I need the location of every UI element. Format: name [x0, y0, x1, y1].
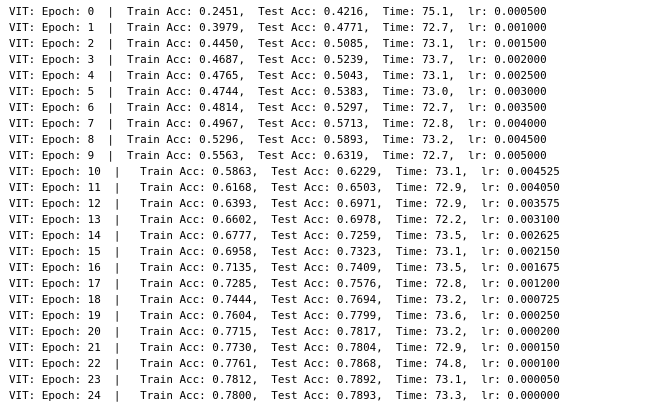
log-line-epoch-4: VIT: Epoch: 4 | Train Acc: 0.4765, Test … — [9, 69, 547, 82]
log-line-epoch-12: VIT: Epoch: 12 | Train Acc: 0.6393, Test… — [9, 197, 560, 210]
log-line-epoch-17: VIT: Epoch: 17 | Train Acc: 0.7285, Test… — [9, 277, 560, 290]
log-line-epoch-11: VIT: Epoch: 11 | Train Acc: 0.6168, Test… — [9, 181, 560, 194]
log-line-epoch-3: VIT: Epoch: 3 | Train Acc: 0.4687, Test … — [9, 53, 547, 66]
log-line-epoch-21: VIT: Epoch: 21 | Train Acc: 0.7730, Test… — [9, 341, 560, 354]
log-line-epoch-19: VIT: Epoch: 19 | Train Acc: 0.7604, Test… — [9, 309, 560, 322]
log-line-epoch-24: VIT: Epoch: 24 | Train Acc: 0.7800, Test… — [9, 389, 560, 402]
training-log-output: VIT: Epoch: 0 | Train Acc: 0.2451, Test … — [0, 0, 657, 410]
log-line-epoch-13: VIT: Epoch: 13 | Train Acc: 0.6602, Test… — [9, 213, 560, 226]
log-line-epoch-2: VIT: Epoch: 2 | Train Acc: 0.4450, Test … — [9, 37, 547, 50]
log-line-epoch-7: VIT: Epoch: 7 | Train Acc: 0.4967, Test … — [9, 117, 547, 130]
log-line-epoch-5: VIT: Epoch: 5 | Train Acc: 0.4744, Test … — [9, 85, 547, 98]
log-line-epoch-9: VIT: Epoch: 9 | Train Acc: 0.5563, Test … — [9, 149, 547, 162]
log-line-epoch-1: VIT: Epoch: 1 | Train Acc: 0.3979, Test … — [9, 21, 547, 34]
log-line-epoch-23: VIT: Epoch: 23 | Train Acc: 0.7812, Test… — [9, 373, 560, 386]
log-line-epoch-8: VIT: Epoch: 8 | Train Acc: 0.5296, Test … — [9, 133, 547, 146]
log-line-epoch-6: VIT: Epoch: 6 | Train Acc: 0.4814, Test … — [9, 101, 547, 114]
log-line-epoch-0: VIT: Epoch: 0 | Train Acc: 0.2451, Test … — [9, 5, 547, 18]
log-line-epoch-20: VIT: Epoch: 20 | Train Acc: 0.7715, Test… — [9, 325, 560, 338]
log-line-epoch-16: VIT: Epoch: 16 | Train Acc: 0.7135, Test… — [9, 261, 560, 274]
log-line-epoch-18: VIT: Epoch: 18 | Train Acc: 0.7444, Test… — [9, 293, 560, 306]
log-line-epoch-10: VIT: Epoch: 10 | Train Acc: 0.5863, Test… — [9, 165, 560, 178]
log-line-epoch-14: VIT: Epoch: 14 | Train Acc: 0.6777, Test… — [9, 229, 560, 242]
log-line-epoch-15: VIT: Epoch: 15 | Train Acc: 0.6958, Test… — [9, 245, 560, 258]
log-line-epoch-22: VIT: Epoch: 22 | Train Acc: 0.7761, Test… — [9, 357, 560, 370]
